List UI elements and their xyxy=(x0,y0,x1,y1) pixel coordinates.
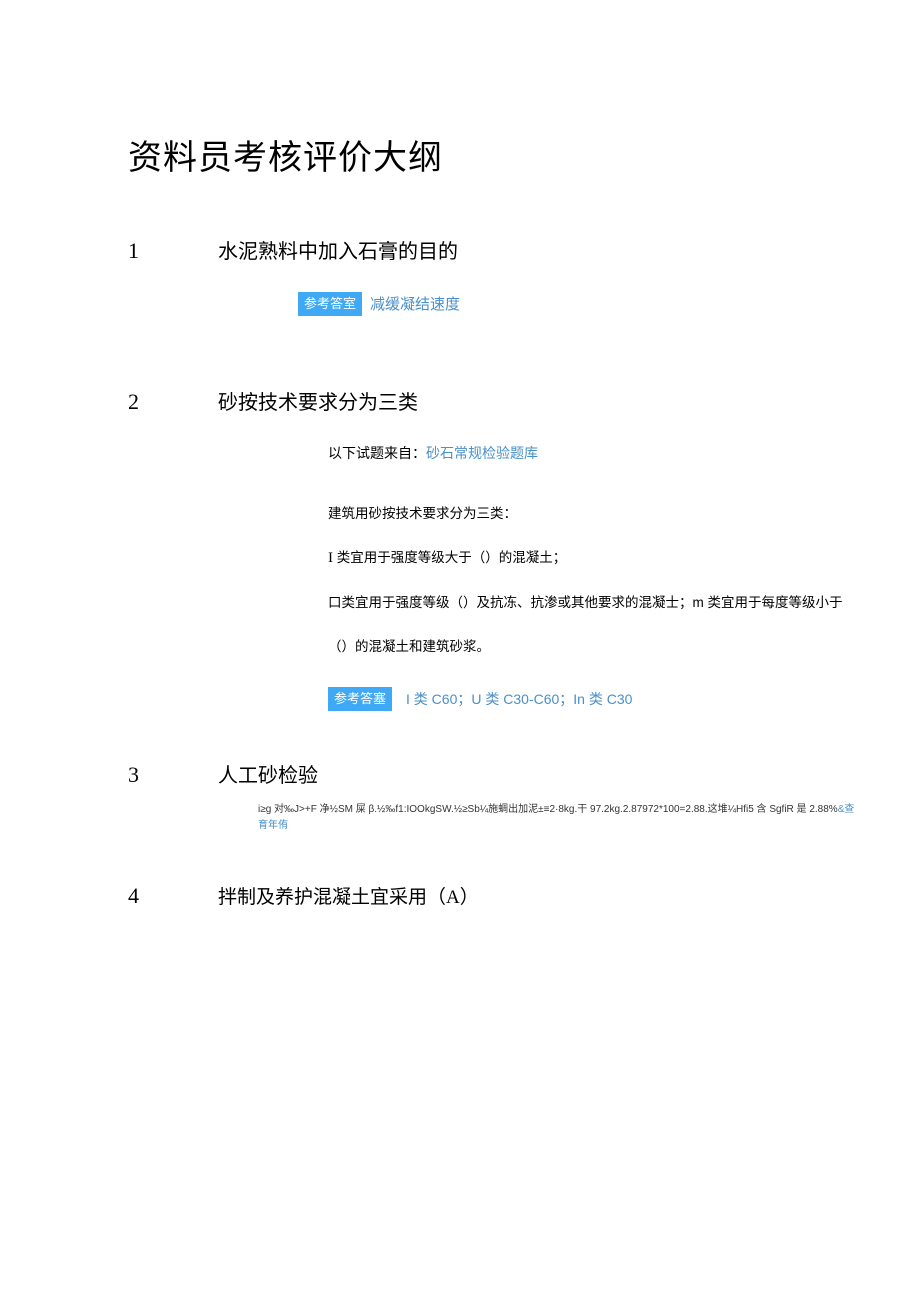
section-header: 4 拌制及养护混凝土宜采用（A） xyxy=(128,882,860,909)
document-page: 资料员考核评价大纲 1 水泥熟料中加入石膏的目的 参考答室 减缓凝结速度 2 砂… xyxy=(0,0,920,1017)
section-heading: 砂按技术要求分为三类 xyxy=(218,386,418,415)
section-2: 2 砂按技术要求分为三类 以下试题来自：砂石常规检验题库 建筑用砂按技术要求分为… xyxy=(128,386,860,711)
section-3: 3 人工砂检验 i≥g 对‰J>+F 净½SM 屎 β.½‰f1:IOOkgSW… xyxy=(128,759,860,834)
body-fragment: 类宜用于强度等级大于（）的混凝土； xyxy=(337,550,567,565)
answer-badge: 参考答塞 xyxy=(328,687,392,711)
section-number: 4 xyxy=(128,883,218,909)
section-1: 1 水泥熟料中加入石膏的目的 参考答室 减缓凝结速度 xyxy=(128,235,860,316)
roman-numeral: I xyxy=(328,550,333,566)
source-row: 以下试题来自：砂石常规检验题库 xyxy=(328,443,860,463)
section-4: 4 拌制及养护混凝土宜采用（A） xyxy=(128,882,860,909)
section-number: 1 xyxy=(128,238,218,264)
section-heading: 拌制及养护混凝土宜采用（A） xyxy=(218,882,479,909)
answer-badge: 参考答室 xyxy=(298,292,362,316)
source-link[interactable]: 砂石常规检验题库 xyxy=(426,445,538,461)
answer-row: 参考答室 减缓凝结速度 xyxy=(298,292,860,316)
answer-row: 参考答塞 I 类 C60；U 类 C30-C60；In 类 C30 xyxy=(328,687,860,711)
section-heading: 人工砂检验 xyxy=(218,759,318,788)
garble-black: i≥g 对‰J>+F 净½SM 屎 β.½‰f1:IOOkgSW.½≥Sb¼施蜩… xyxy=(258,804,838,815)
section-number: 2 xyxy=(128,389,218,415)
body-line: 口类宜用于强度等级（）及抗冻、抗渗或其他要求的混凝士；m 类宜用于每度等级小于 xyxy=(328,592,860,614)
garbled-text: i≥g 对‰J>+F 净½SM 屎 β.½‰f1:IOOkgSW.½≥Sb¼施蜩… xyxy=(258,802,860,834)
section-header: 1 水泥熟料中加入石膏的目的 xyxy=(128,235,860,264)
section-header: 3 人工砂检验 xyxy=(128,759,860,788)
section-header: 2 砂按技术要求分为三类 xyxy=(128,386,860,415)
answer-text: I 类 C60；U 类 C30-C60；In 类 C30 xyxy=(406,689,632,709)
section-heading: 水泥熟料中加入石膏的目的 xyxy=(218,235,458,264)
body-line: 建筑用砂按技术要求分为三类： xyxy=(328,503,860,525)
source-prefix: 以下试题来自： xyxy=(328,445,426,461)
body-line: （）的混凝土和建筑砂浆。 xyxy=(328,636,860,658)
section-body: 参考答室 减缓凝结速度 xyxy=(298,292,860,316)
answer-text: 减缓凝结速度 xyxy=(370,293,460,314)
section-number: 3 xyxy=(128,762,218,788)
page-title: 资料员考核评价大纲 xyxy=(128,130,860,179)
body-line: I 类宜用于强度等级大于（）的混凝土； xyxy=(328,546,860,570)
